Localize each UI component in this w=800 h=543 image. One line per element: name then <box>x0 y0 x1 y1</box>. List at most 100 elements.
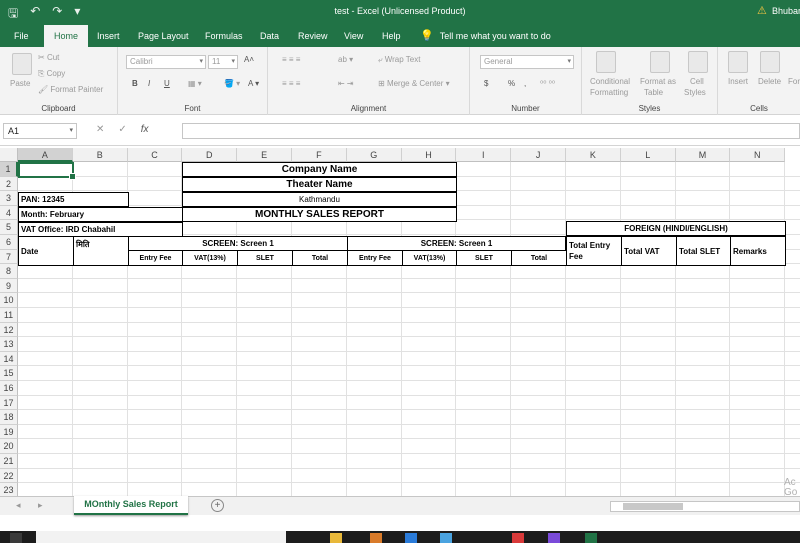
pan-cell[interactable]: PAN: 12345 <box>18 192 129 207</box>
row-header-22[interactable]: 22 <box>0 468 18 484</box>
column-header-i[interactable]: I <box>456 148 512 162</box>
next-sheet-icon[interactable]: ▸ <box>38 500 43 511</box>
theater-name-cell[interactable]: Theater Name <box>182 177 457 192</box>
delete-cells-button[interactable]: Delete <box>758 77 781 86</box>
column-header-j[interactable]: J <box>511 148 566 162</box>
tab-help[interactable]: Help <box>376 25 407 47</box>
row-header-19[interactable]: 19 <box>0 424 18 440</box>
row-header-13[interactable]: 13 <box>0 337 18 352</box>
left-align-icon[interactable]: ≡ ≡ ≡ <box>282 79 300 88</box>
column-header-k[interactable]: K <box>566 148 621 162</box>
chrome-icon[interactable] <box>512 533 524 543</box>
row-header-16[interactable]: 16 <box>0 381 18 396</box>
font-size-dropdown[interactable]: 11 <box>208 55 238 69</box>
grow-font-icon[interactable]: A˄ <box>244 55 254 64</box>
percent-button[interactable]: % <box>508 79 515 88</box>
cancel-icon[interactable]: ✕ <box>96 124 104 135</box>
borders-icon[interactable]: ▦ ▾ <box>188 79 202 88</box>
currency-button[interactable]: $ <box>484 79 488 88</box>
vat-header-2[interactable]: VAT(13%) <box>402 250 457 266</box>
row-header-12[interactable]: 12 <box>0 322 18 338</box>
vat-office-cell[interactable]: VAT Office: IRD Chabahil <box>18 222 183 237</box>
column-header-h[interactable]: H <box>401 148 457 162</box>
total-vat-header[interactable]: Total VAT <box>621 236 677 266</box>
row-header-9[interactable]: 9 <box>0 278 18 294</box>
user-name[interactable]: Bhubar <box>772 6 800 16</box>
conditional-formatting-icon[interactable] <box>596 51 616 73</box>
enter-icon[interactable]: ✓ <box>118 124 126 135</box>
entry-fee-header-2[interactable]: Entry Fee <box>347 250 403 266</box>
format-as-table-icon[interactable] <box>650 51 670 73</box>
format-as-table-button[interactable]: Format as <box>640 77 676 86</box>
foreign-header-cell[interactable]: FOREIGN (HINDI/ENGLISH) <box>566 221 786 236</box>
scroll-thumb[interactable] <box>623 503 683 510</box>
company-name-cell[interactable]: Company Name <box>182 162 457 177</box>
column-header-e[interactable]: E <box>237 148 292 162</box>
top-align-icon[interactable]: ≡ ≡ ≡ <box>282 55 300 64</box>
file-explorer-icon[interactable] <box>330 533 342 543</box>
column-header-l[interactable]: L <box>620 148 676 162</box>
app-icon-1[interactable] <box>370 533 382 543</box>
underline-button[interactable]: U <box>164 79 170 88</box>
delete-cells-icon[interactable] <box>760 51 780 73</box>
date-header-cell[interactable]: Date <box>18 236 74 266</box>
row-header-4[interactable]: 4 <box>0 205 18 221</box>
insert-cells-icon[interactable] <box>728 51 748 73</box>
row-header-3[interactable]: 3 <box>0 191 18 206</box>
bold-button[interactable]: B <box>132 79 138 88</box>
cell-styles-button[interactable]: Cell <box>690 77 704 86</box>
paste-icon[interactable] <box>12 53 32 75</box>
horizontal-scrollbar[interactable] <box>610 501 800 512</box>
total-header-2[interactable]: Total <box>511 250 567 266</box>
column-header-c[interactable]: C <box>127 148 183 162</box>
row-header-8[interactable]: 8 <box>0 264 18 279</box>
column-header-a[interactable]: A <box>18 148 73 162</box>
add-sheet-button[interactable]: + <box>211 499 224 512</box>
conditional-formatting-button[interactable]: Conditional <box>590 77 630 86</box>
active-cell-a1[interactable] <box>18 162 76 180</box>
row-header-14[interactable]: 14 <box>0 351 18 367</box>
font-name-dropdown[interactable]: Calibri <box>126 55 206 69</box>
total-slet-header[interactable]: Total SLET <box>676 236 731 266</box>
comma-button[interactable]: , <box>524 79 526 88</box>
app-icon-2[interactable] <box>405 533 417 543</box>
tab-formulas[interactable]: Formulas <box>199 25 249 47</box>
vscode-icon[interactable] <box>440 533 452 543</box>
format-painter-button[interactable]: 🖌 Format Painter <box>38 85 103 94</box>
italic-button[interactable]: I <box>148 79 150 88</box>
row-header-11[interactable]: 11 <box>0 308 18 323</box>
city-cell[interactable]: Kathmandu <box>182 192 457 207</box>
warning-icon[interactable]: ⚠ <box>757 4 767 17</box>
tab-data[interactable]: Data <box>254 25 285 47</box>
sheet-tab-monthly-sales-report[interactable]: MOnthly Sales Report <box>74 496 188 515</box>
number-format-dropdown[interactable]: General <box>480 55 574 69</box>
cut-button[interactable]: ✂ Cut <box>38 53 59 62</box>
tab-review[interactable]: Review <box>292 25 334 47</box>
slet-header-2[interactable]: SLET <box>456 250 512 266</box>
formula-input[interactable] <box>182 123 800 139</box>
paste-button[interactable]: Paste <box>10 79 30 88</box>
report-title-cell[interactable]: MONTHLY SALES REPORT <box>182 207 457 222</box>
screen2-header-cell[interactable]: SCREEN: Screen 1 <box>347 236 566 251</box>
column-header-g[interactable]: G <box>346 148 402 162</box>
name-box[interactable]: A1 <box>3 123 77 139</box>
prev-sheet-icon[interactable]: ◂ <box>16 500 21 511</box>
row-header-17[interactable]: 17 <box>0 395 18 411</box>
remarks-header[interactable]: Remarks <box>730 236 786 266</box>
select-all-corner[interactable] <box>0 148 18 162</box>
tell-me-box[interactable]: 💡 Tell me what you want to do <box>420 25 551 47</box>
row-header-10[interactable]: 10 <box>0 293 18 308</box>
screen1-header-cell[interactable]: SCREEN: Screen 1 <box>128 236 348 251</box>
column-header-n[interactable]: N <box>730 148 786 162</box>
insert-function-icon[interactable]: fx <box>141 124 149 135</box>
month-cell[interactable]: Month: February <box>18 207 183 222</box>
column-header-b[interactable]: B <box>72 148 128 162</box>
row-header-21[interactable]: 21 <box>0 454 18 469</box>
vat-header-1[interactable]: VAT(13%) <box>182 250 238 266</box>
row-header-2[interactable]: 2 <box>0 176 18 192</box>
taskbar-search-box[interactable] <box>36 531 286 543</box>
row-header-5[interactable]: 5 <box>0 220 18 235</box>
column-header-d[interactable]: D <box>182 148 238 162</box>
row-header-6[interactable]: 6 <box>0 235 18 250</box>
row-header-1[interactable]: 1 <box>0 162 18 177</box>
